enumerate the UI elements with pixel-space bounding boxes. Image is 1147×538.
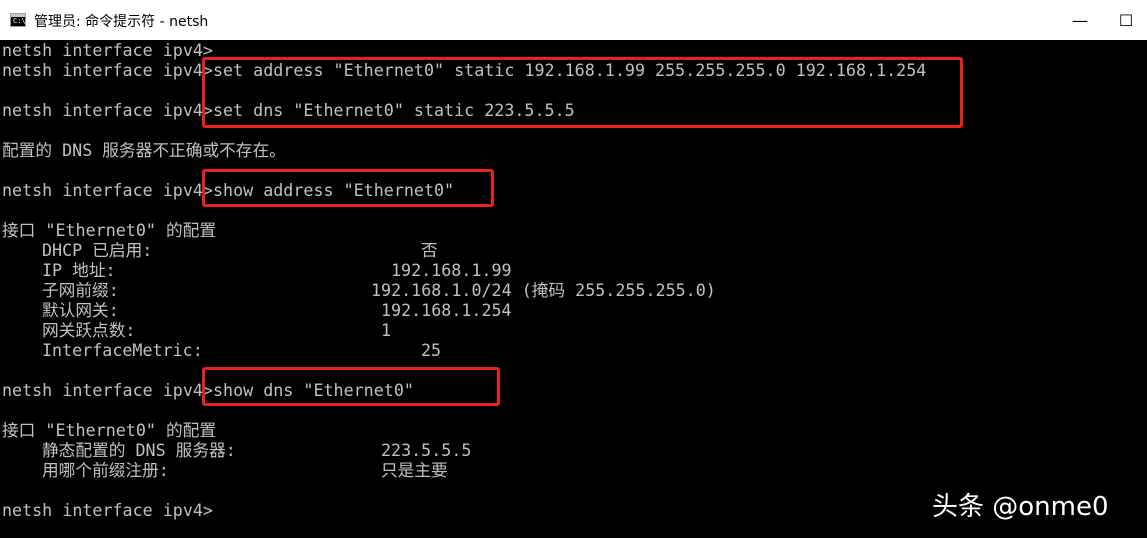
row-value: 223.5.5.5	[381, 440, 472, 460]
cmd-icon: C:\.	[10, 13, 30, 27]
prompt: netsh interface ipv4>	[2, 100, 213, 120]
watermark: 头条 @onme0	[932, 492, 1109, 522]
maximize-button[interactable]: ☐	[1103, 0, 1147, 40]
row-value: 192.168.1.0/24 (掩码 255.255.255.0)	[371, 280, 716, 300]
row-label: 网关跃点数:	[42, 320, 136, 340]
prompt-line: netsh interface ipv4>	[2, 500, 213, 520]
row-label: 静态配置的 DNS 服务器:	[42, 440, 236, 460]
row-value: 1	[381, 320, 392, 340]
row-value: 只是主要	[381, 460, 448, 480]
prompt-line: netsh interface ipv4>	[2, 40, 213, 60]
window-title: 管理员: 命令提示符 - netsh	[34, 14, 209, 30]
dns-error-message: 配置的 DNS 服务器不正确或不存在。	[2, 140, 286, 160]
row-value: 192.168.1.254	[381, 300, 512, 320]
section-header: 接口 "Ethernet0" 的配置	[2, 220, 217, 240]
row-label: InterfaceMetric:	[42, 340, 203, 360]
row-value: 192.168.1.99	[391, 260, 512, 280]
section-header: 接口 "Ethernet0" 的配置	[2, 420, 217, 440]
title-bar[interactable]: C:\. 管理员: 命令提示符 - netsh — ☐	[0, 0, 1147, 40]
row-label: DHCP 已启用:	[42, 240, 153, 260]
highlight-box-show-dns	[202, 367, 500, 406]
prompt: netsh interface ipv4>	[2, 180, 213, 200]
minimize-button[interactable]: —	[1057, 0, 1103, 40]
row-label: 子网前缀:	[42, 280, 119, 300]
highlight-box-set-commands	[202, 57, 963, 128]
row-label: 默认网关:	[42, 300, 119, 320]
highlight-box-show-address	[202, 169, 494, 207]
row-label: IP 地址:	[42, 260, 116, 280]
row-label: 用哪个前缀注册:	[42, 460, 169, 480]
row-value: 否	[421, 240, 438, 260]
row-value: 25	[421, 340, 442, 360]
prompt: netsh interface ipv4>	[2, 60, 213, 80]
prompt: netsh interface ipv4>	[2, 380, 213, 400]
